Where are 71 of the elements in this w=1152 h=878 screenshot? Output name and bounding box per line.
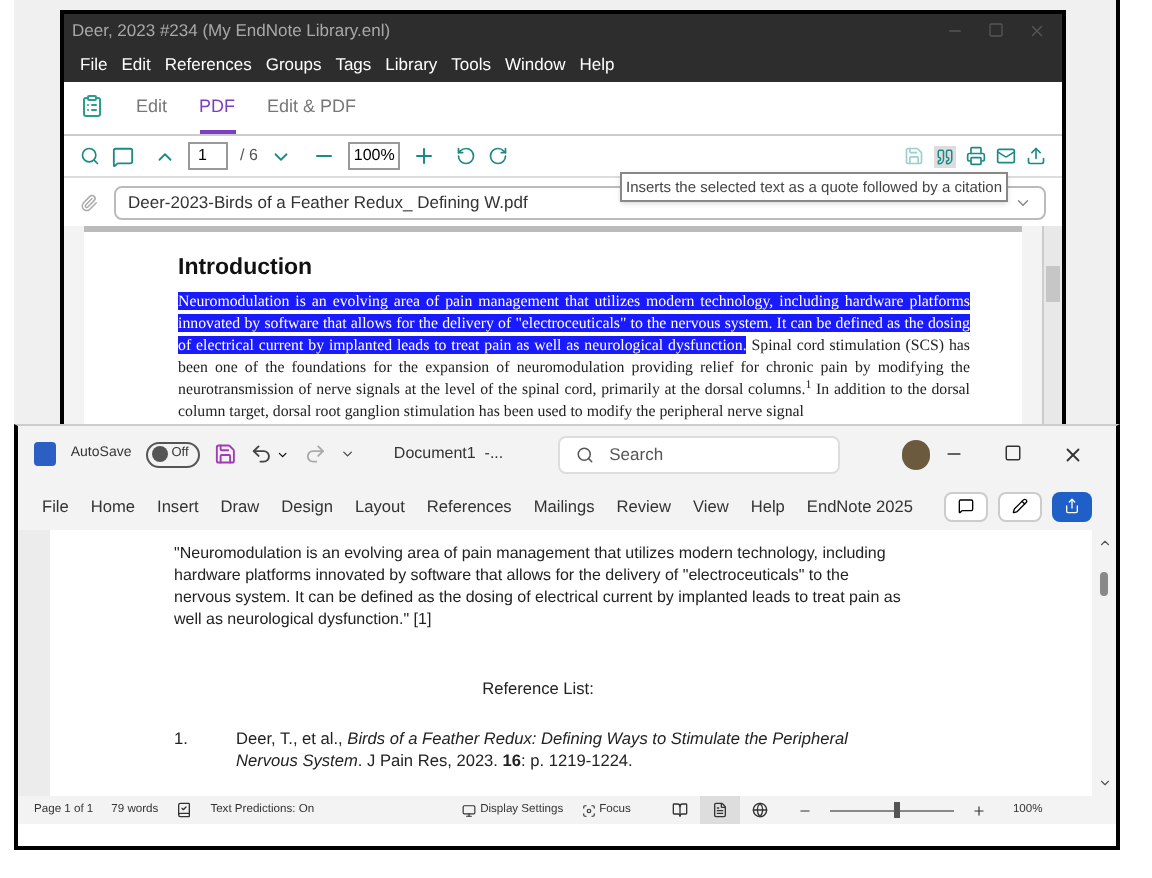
scroll-up-icon[interactable] (1097, 536, 1111, 550)
document-title[interactable]: Document1 -... (393, 442, 504, 466)
redo-icon[interactable] (303, 442, 327, 466)
section-heading: Introduction (178, 254, 315, 284)
menu-item[interactable]: Help (579, 52, 615, 78)
insert-quote-button[interactable] (934, 145, 956, 167)
undo-icon[interactable] (249, 442, 273, 466)
ribbon-tab[interactable]: Review (616, 493, 671, 519)
tab[interactable]: Edit (136, 93, 168, 134)
undo-dropdown-icon[interactable] (276, 447, 290, 461)
ribbon-tab[interactable]: Design (281, 493, 333, 519)
paperclip-icon (80, 193, 98, 211)
scroll-down-icon[interactable] (1097, 776, 1111, 790)
menu-item[interactable]: Groups (265, 52, 322, 78)
ribbon-tab[interactable]: Help (750, 493, 785, 519)
ribbon-tab[interactable]: References (426, 493, 512, 519)
menu-item[interactable]: Window (505, 52, 566, 78)
ribbon-tab[interactable]: Insert (157, 493, 199, 519)
comments-button[interactable] (944, 491, 988, 521)
quote-paragraph: "Neuromodulation is an evolving area of pain management that utilizes modern technology, including hardware platforms innovated by software that allows for the delivery of "electroceuticals" to the nervous system. It can be defined as the dosing of electrical current by implanted leads to treat pain as well as neurological dysfunction." [1] (174, 542, 902, 630)
share-icon (1064, 498, 1080, 514)
ribbon-tab[interactable]: Layout (354, 493, 405, 519)
ribbon-tab[interactable]: Mailings (533, 493, 595, 519)
comment-icon (958, 498, 974, 514)
proofing-icon[interactable] (176, 802, 193, 818)
zoom-in-icon[interactable] (412, 144, 437, 168)
search-field[interactable]: Search (557, 435, 840, 473)
ribbon-tab[interactable]: Draw (220, 493, 260, 519)
pencil-icon (1012, 498, 1028, 514)
comment-icon[interactable] (112, 145, 134, 167)
clipboard-icon[interactable] (80, 94, 104, 118)
ribbon-tab[interactable]: EndNote 2025 (806, 493, 913, 519)
menu-item[interactable]: Tags (335, 52, 372, 78)
menu-item[interactable]: Library (385, 52, 438, 78)
menu-item[interactable]: File (80, 52, 108, 78)
zoom-slider[interactable] (830, 802, 955, 818)
reference-number: 1. (174, 728, 190, 753)
mail-icon[interactable] (996, 146, 1016, 166)
save-icon[interactable] (213, 442, 236, 466)
word-logo-icon (34, 442, 57, 466)
maximize-icon[interactable] (1004, 443, 1023, 461)
reference-text: Deer, T., et al., Birds of a Feather Redux: Defining Ways to Stimulate the Peripheral Nervous System. J Pain Res, 2023. 16: p. 1219-1224. (236, 728, 851, 773)
rotate-left-icon[interactable] (456, 146, 477, 166)
ribbon-tab[interactable]: View (693, 493, 729, 519)
window-title: Deer, 2023 #234 (My EndNote Library.enl) (72, 18, 391, 44)
search-icon[interactable] (80, 146, 100, 166)
editing-button[interactable] (998, 491, 1042, 521)
ribbon-tab[interactable]: Home (90, 493, 136, 519)
avatar (901, 439, 931, 469)
tab[interactable]: Edit & PDF (267, 93, 357, 134)
monitor-icon (462, 803, 477, 817)
export-icon[interactable] (1026, 146, 1046, 166)
share-button[interactable] (1052, 491, 1092, 521)
search-icon (575, 445, 594, 463)
menu-item[interactable]: Tools (451, 52, 491, 78)
zoom-in-icon[interactable] (972, 803, 987, 817)
scrollbar[interactable] (1042, 226, 1062, 424)
focus-icon (581, 803, 596, 817)
customize-icon[interactable] (340, 446, 356, 462)
page-field[interactable]: 1 (188, 142, 228, 170)
print-icon[interactable] (966, 146, 986, 166)
reference-heading: Reference List: (480, 676, 596, 701)
zoom-field[interactable]: 100% (347, 142, 401, 170)
ribbon-tab[interactable]: File (42, 493, 69, 519)
rotate-right-icon[interactable] (488, 146, 509, 166)
close-icon[interactable] (1062, 443, 1085, 465)
menu-item[interactable]: Edit (121, 52, 151, 78)
page-total: / 6 (240, 144, 258, 168)
print-view-icon[interactable] (700, 796, 741, 824)
tab[interactable]: PDF (199, 93, 236, 134)
menu-item[interactable]: References (164, 52, 252, 78)
